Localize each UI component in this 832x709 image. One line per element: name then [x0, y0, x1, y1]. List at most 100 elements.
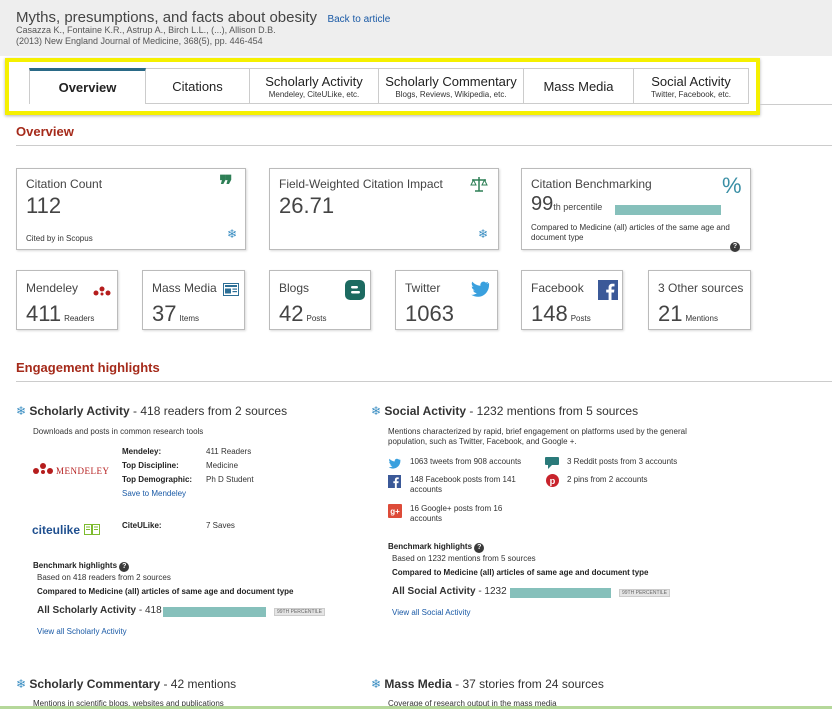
benchmark-title-text: Benchmark highlights [388, 542, 473, 551]
scholarly-benchmark-row: All Scholarly Activity - 418 [37, 606, 162, 616]
card-title: Citation Count [26, 177, 103, 191]
social-benchmark-value: - 1232 [478, 586, 507, 597]
overview-heading: Overview [16, 124, 74, 139]
twitter-card[interactable]: Twitter 1063 [395, 270, 498, 330]
scholarly-commentary-title: Scholarly Commentary [29, 677, 161, 691]
view-all-social-activity-link[interactable]: View all Social Activity [392, 608, 471, 617]
fwci-card[interactable]: Field-Weighted Citation Impact 26.71 ❄ [269, 168, 499, 250]
benchmark-percentile-value: 99 [531, 193, 554, 215]
card-title: Blogs [279, 281, 310, 295]
tab-mass-media[interactable]: Mass Media [524, 68, 634, 104]
facebook-card[interactable]: Facebook 148 Posts [521, 270, 623, 330]
blogger-icon [345, 280, 365, 305]
mendeley-logo-text: MENDELEY [56, 466, 110, 476]
scholarly-benchmark-value: - 418 [138, 605, 162, 616]
card-title: Twitter [405, 281, 441, 295]
tab-overview[interactable]: Overview [29, 68, 146, 104]
tab-label: Overview [58, 80, 117, 95]
citation-count-card[interactable]: Citation Count 112 Cited by in Scopus ❞ … [16, 168, 246, 250]
svg-text:g+: g+ [390, 507, 400, 516]
social-item-text: 2 pins from 2 accounts [567, 475, 648, 484]
tab-scholarly-commentary[interactable]: Scholarly Commentary Blogs, Reviews, Wik… [379, 68, 524, 104]
social-benchmark-basis: Based on 1232 mentions from 5 sources [392, 554, 536, 563]
authors-line: Casazza K., Fontaine K.R., Astrup A., Bi… [16, 25, 276, 35]
tab-label: Scholarly Commentary [385, 73, 517, 89]
mendeley-card[interactable]: Mendeley 411 Readers [16, 270, 118, 330]
snowflake-icon: ❄ [16, 677, 27, 691]
mendeley-row-key: Top Discipline: [122, 461, 179, 470]
tab-label: Citations [172, 78, 223, 94]
twitter-icon [388, 456, 401, 474]
percent-icon: % [722, 173, 742, 198]
blogs-card[interactable]: Blogs 42 Posts [269, 270, 371, 330]
citation-benchmarking-card[interactable]: Citation Benchmarking 99th percentile Co… [521, 168, 751, 253]
mendeley-icon [92, 284, 112, 302]
facebook-icon [598, 280, 618, 305]
social-activity-desc: Mentions characterized by rapid, brief e… [388, 427, 687, 446]
mendeley-logo [32, 462, 54, 481]
mass-media-card[interactable]: Mass Media 37 Items [142, 270, 245, 330]
other-sources-card[interactable]: 3 Other sources 21 Mentions [648, 270, 751, 330]
facebook-value: 148 [531, 301, 568, 326]
scales-icon [470, 175, 488, 198]
help-icon[interactable]: ? [474, 543, 485, 553]
snowflake-icon: ❄ [371, 677, 382, 691]
citation-count-value: 112 [26, 193, 62, 218]
tab-social-activity[interactable]: Social Activity Twitter, Facebook, etc. [634, 68, 749, 104]
citation-line: (2013) New England Journal of Medicine, … [16, 36, 263, 46]
card-unit: Posts [306, 314, 327, 323]
facebook-icon [388, 475, 401, 493]
scholarly-activity-summary: - 418 readers from 2 sources [133, 404, 288, 418]
tab-citations[interactable]: Citations [146, 68, 250, 104]
card-title: Mendeley [26, 281, 79, 295]
help-icon[interactable]: ? [119, 562, 130, 572]
citeulike-logo: citeulike [32, 521, 101, 539]
social-item-text: 16 Google+ posts from 16 accounts [410, 504, 503, 523]
social-item-text: 1063 tweets from 908 accounts [410, 457, 522, 466]
view-all-scholarly-activity-link[interactable]: View all Scholarly Activity [37, 627, 127, 636]
mass-media-title: Mass Media [384, 677, 452, 691]
social-benchmark-bar [510, 588, 611, 598]
benchmark-suffix: th percentile [553, 202, 603, 212]
mendeley-row-value: Medicine [206, 461, 239, 470]
card-unit: Readers [64, 314, 95, 323]
social-activity-summary: - 1232 mentions from 5 sources [469, 404, 639, 418]
social-benchmark-compare: Compared to Medicine (all) articles of s… [392, 568, 649, 577]
engagement-heading: Engagement highlights [16, 360, 160, 375]
card-unit: Posts [570, 314, 591, 323]
pinterest-icon: p [546, 474, 559, 492]
scholarly-commentary-heading: ❄ Scholarly Commentary - 42 mentions [16, 677, 236, 691]
google-plus-icon: g+ [388, 504, 402, 523]
scholarly-benchmark-basis: Based on 418 readers from 2 sources [37, 573, 171, 582]
snowflake-icon: ❄ [16, 404, 27, 418]
help-icon[interactable]: ? [730, 235, 740, 253]
mass-media-value: 37 [152, 301, 177, 326]
tabs-divider [760, 104, 832, 105]
engagement-divider [16, 381, 832, 382]
tab-label: Social Activity [651, 73, 731, 89]
mendeley-row-key: Mendeley: [122, 447, 162, 456]
article-authors: Casazza K., Fontaine K.R., Astrup A., Bi… [16, 25, 336, 47]
article-header: Myths, presumptions, and facts about obe… [0, 0, 832, 56]
back-to-article-link[interactable]: Back to article [327, 14, 390, 25]
tab-scholarly-activity[interactable]: Scholarly Activity Mendeley, CiteULike, … [250, 68, 379, 104]
card-unit: Mentions [685, 314, 718, 323]
tab-label: Scholarly Activity [265, 73, 363, 89]
card-title: 3 Other sources [658, 281, 744, 295]
card-value-line: 148 Posts [531, 301, 591, 327]
save-to-mendeley-link[interactable]: Save to Mendeley [122, 489, 186, 498]
benchmark-title-text: Benchmark highlights [33, 561, 118, 570]
card-title: Field-Weighted Citation Impact [279, 177, 443, 191]
social-benchmark-label: All Social Activity [392, 586, 476, 597]
social-benchmark-row: All Social Activity - 1232 [392, 587, 507, 597]
mendeley-row-value: 411 Readers [206, 447, 252, 456]
metrics-tabs-highlight: Overview Citations Scholarly Activity Me… [5, 58, 760, 115]
scopus-snowflake-icon: ❄ [227, 227, 238, 241]
tab-sublabel: Mendeley, CiteULike, etc. [268, 89, 360, 99]
fwci-value: 26.71 [279, 193, 335, 218]
card-note: Compared to Medicine (all) articles of t… [531, 223, 730, 242]
mendeley-value: 411 [26, 301, 62, 326]
card-value-line: 42 Posts [279, 301, 327, 327]
scholarly-activity-title: Scholarly Activity [29, 404, 130, 418]
mass-media-summary: - 37 stories from 24 sources [455, 677, 604, 691]
